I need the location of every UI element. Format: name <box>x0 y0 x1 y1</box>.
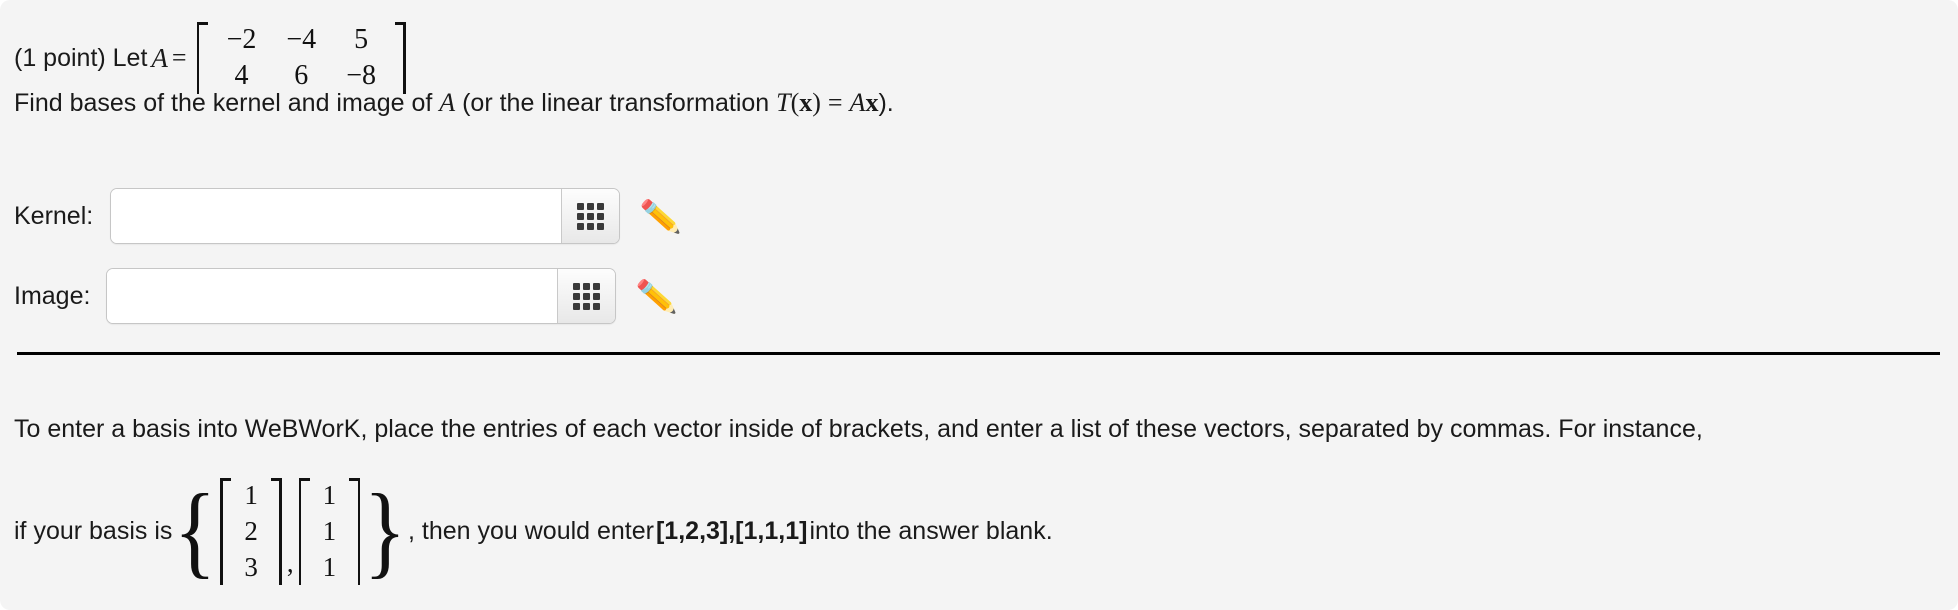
matrix-right-bracket <box>394 22 406 95</box>
vector-left-bracket <box>298 478 310 586</box>
pencil-icon[interactable]: ✏️ <box>635 276 678 315</box>
example-vector-1: 1 2 3 <box>220 478 282 586</box>
notes-line-2: if your basis is { 1 2 3 , 1 1 1 } , the… <box>14 473 1053 589</box>
kernel-input[interactable] <box>111 189 561 243</box>
matrix-row: −2 −4 5 <box>212 22 391 58</box>
matrix-cell: 5 <box>354 24 369 55</box>
vector-row: 1 <box>313 478 347 514</box>
vector-cell: 1 <box>322 480 337 510</box>
inline-var-T: T <box>776 88 791 117</box>
kernel-keypad-button[interactable] <box>561 189 619 243</box>
statement-trailing-text: ). <box>878 89 894 117</box>
set-brace-close: } <box>363 473 407 589</box>
inline-close-paren: ) <box>812 88 821 117</box>
matrix-variable-A: A <box>151 42 168 73</box>
set-brace-open: { <box>174 473 217 589</box>
example-answer-code: [1,2,3],[1,1,1] <box>655 517 808 546</box>
matrix-cell: −2 <box>226 24 257 55</box>
vector-cell: 1 <box>322 515 337 546</box>
vector-grid: 1 1 1 <box>313 478 347 585</box>
image-label: Image: <box>14 281 91 310</box>
vector-right-bracket <box>349 478 361 586</box>
vector-row: 2 <box>234 514 268 550</box>
kernel-input-group <box>110 188 620 244</box>
points-label: (1 point) Let <box>14 43 148 72</box>
notes-suffix-text: into the answer blank. <box>809 517 1053 546</box>
linear-transformation-text: (or the linear transformation <box>462 89 770 117</box>
inline-var-A: A <box>439 88 456 117</box>
answer-row-kernel: Kernel: ✏️ <box>14 188 682 244</box>
answer-row-image: Image: ✏️ <box>14 268 678 324</box>
inline-var-A-2: A <box>849 88 866 117</box>
grid-keypad-icon <box>577 202 604 230</box>
image-input-group <box>106 268 616 324</box>
notes-line-1: To enter a basis into WeBWorK, place the… <box>14 415 1703 443</box>
vector-cell: 1 <box>244 480 258 510</box>
example-vector-2: 1 1 1 <box>298 478 361 586</box>
problem-panel: (1 point) Let A = −2 −4 5 4 6 −8 Find ba… <box>0 0 1958 610</box>
inline-bold-x-2: x <box>865 88 879 117</box>
matrix-left-bracket <box>196 22 208 95</box>
pencil-icon[interactable]: ✏️ <box>639 196 682 235</box>
vector-row: 1 <box>313 514 347 550</box>
vector-grid: 1 2 3 <box>234 478 268 585</box>
inline-equals: = <box>827 88 843 117</box>
grid-keypad-icon <box>573 282 600 310</box>
vector-cell: 3 <box>244 551 258 582</box>
equals-sign: = <box>171 43 187 73</box>
section-divider <box>17 352 1940 355</box>
matrix-cell: −4 <box>286 24 317 55</box>
basis-example-prefix: if your basis is <box>14 517 173 546</box>
find-bases-text: Find bases of the kernel and image of <box>14 89 433 117</box>
inline-open-paren: ( <box>790 88 800 117</box>
vector-row: 3 <box>234 550 268 586</box>
vector-row: 1 <box>313 550 347 586</box>
matrix-grid: −2 −4 5 4 6 −8 <box>212 22 391 94</box>
problem-statement-line-2: Find bases of the kernel and image of A … <box>14 88 894 118</box>
vector-row: 1 <box>234 478 268 514</box>
matrix-A: −2 −4 5 4 6 −8 <box>196 22 406 95</box>
vector-left-bracket <box>220 478 232 586</box>
vector-right-bracket <box>270 478 282 586</box>
vector-separator: , <box>286 548 294 579</box>
image-input[interactable] <box>107 269 557 323</box>
inline-bold-x-1: x <box>799 88 813 117</box>
notes-middle-text: , then you would enter <box>407 517 654 546</box>
problem-statement-line-1: (1 point) Let A = −2 −4 5 4 6 −8 <box>14 22 406 95</box>
vector-cell: 2 <box>244 515 258 546</box>
image-keypad-button[interactable] <box>557 269 615 323</box>
kernel-label: Kernel: <box>14 201 94 230</box>
vector-cell: 1 <box>322 551 337 582</box>
